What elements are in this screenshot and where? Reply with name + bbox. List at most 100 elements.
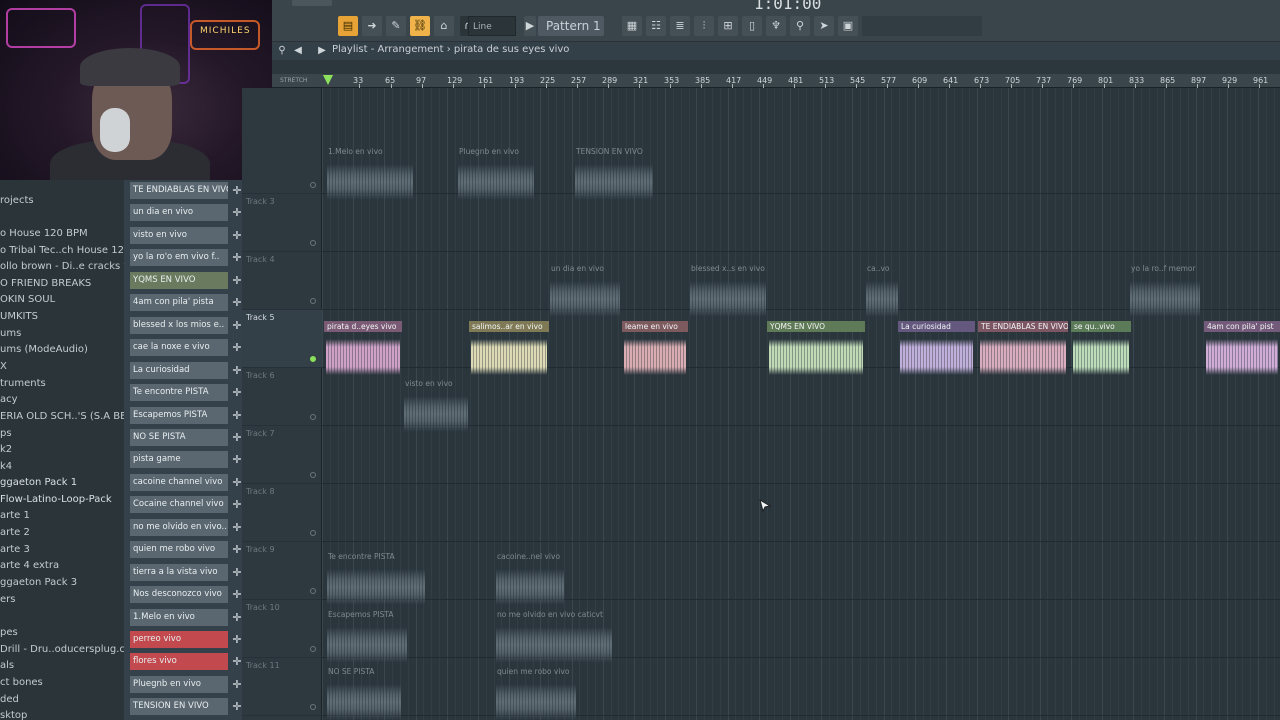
track-mute-led[interactable] <box>310 356 316 362</box>
audio-clip[interactable]: salimos..ar en vivo <box>469 321 549 379</box>
audio-clip[interactable]: 4am con pila' pist <box>1204 321 1280 379</box>
audio-clip[interactable]: no me olvido en vivo caticvt <box>494 609 614 667</box>
audio-clip[interactable]: YQMS EN VIVO <box>767 321 865 379</box>
browser-item[interactable]: arte 3 <box>0 544 30 555</box>
add-to-playlist-icon[interactable]: ✛ <box>232 653 242 670</box>
browser-item[interactable]: arte 4 extra <box>0 560 59 571</box>
picker-item[interactable]: NO SE PISTA <box>130 428 228 446</box>
track-mute-led[interactable] <box>310 588 316 594</box>
add-to-playlist-icon[interactable]: ✛ <box>232 407 242 424</box>
browser-item[interactable]: Flow-Latino-Loop-Pack <box>0 494 112 505</box>
forward-icon[interactable]: ➤ <box>814 16 834 36</box>
browser-item[interactable]: X <box>0 361 7 372</box>
piano-roll-icon[interactable]: ≣ <box>670 16 690 36</box>
picker-item[interactable]: Pluegnb en vivo <box>130 675 228 693</box>
add-to-playlist-icon[interactable]: ✛ <box>232 451 242 468</box>
browser-item[interactable]: OKIN SOUL <box>0 294 55 305</box>
add-to-playlist-icon[interactable]: ✛ <box>232 564 242 581</box>
arrow-right-icon[interactable]: ➜ <box>362 16 382 36</box>
picker-item[interactable]: Cocaine channel vivo <box>130 496 228 514</box>
add-to-playlist-icon[interactable]: ✛ <box>232 631 242 648</box>
play-icon[interactable]: ▶ <box>316 45 328 57</box>
timeline-ruler[interactable]: STRETCH 33 65 97 129 161 193 225 257 289 321 353 38… <box>272 74 1280 88</box>
track-header[interactable]: Track 10 <box>242 600 322 658</box>
track-header[interactable] <box>242 136 322 194</box>
add-to-playlist-icon[interactable]: ✛ <box>232 586 242 603</box>
add-to-playlist-icon[interactable]: ✛ <box>232 249 242 266</box>
picker-item[interactable]: no me olvido en vivo.. <box>130 518 228 536</box>
audio-clip[interactable]: visto en vivo <box>402 378 470 436</box>
picker-item[interactable]: TENSION EN VIVO <box>130 698 228 716</box>
search-icon[interactable]: ⚲ <box>790 16 810 36</box>
add-to-playlist-icon[interactable]: ✛ <box>232 698 242 715</box>
plugin-icon[interactable]: ♆ <box>766 16 786 36</box>
picker-item[interactable]: cacoine channel vivo <box>130 473 228 491</box>
track-mute-led[interactable] <box>310 182 316 188</box>
snap-mode-select[interactable]: Line <box>468 16 516 36</box>
picker-item[interactable]: YQMS EN VIVO <box>130 271 228 289</box>
browser-item[interactable]: acy <box>0 394 18 405</box>
add-to-playlist-icon[interactable]: ✛ <box>232 294 242 311</box>
browser-item[interactable]: k4 <box>0 461 12 472</box>
track-header[interactable]: Track 5 <box>242 310 322 368</box>
audio-clip[interactable]: La curiosidad <box>898 321 975 379</box>
cart-icon[interactable]: ▣ <box>838 16 858 36</box>
audio-clip[interactable]: ca..vo <box>864 263 900 321</box>
pattern-select[interactable]: Pattern 1 <box>538 16 604 36</box>
picker-item[interactable]: TE ENDIABLAS EN VIVO <box>130 182 228 199</box>
track-mute-led[interactable] <box>310 414 316 420</box>
browser-item[interactable]: rojects <box>0 195 34 206</box>
track-mute-led[interactable] <box>310 472 316 478</box>
track-mute-led[interactable] <box>310 240 316 246</box>
browser-item[interactable]: o House 120 BPM <box>0 228 88 239</box>
track-header[interactable]: Track 7 <box>242 426 322 484</box>
track-mute-led[interactable] <box>310 530 316 536</box>
add-to-playlist-icon[interactable]: ✛ <box>232 496 242 513</box>
picker-item[interactable]: La curiosidad <box>130 361 228 379</box>
audio-clip[interactable]: yo la ro..f memor <box>1128 263 1202 321</box>
mixer-icon[interactable]: ▦ <box>622 16 642 36</box>
add-to-playlist-icon[interactable]: ✛ <box>232 317 242 334</box>
audio-clip[interactable]: un dia en vivo <box>548 263 622 321</box>
track-header[interactable]: Track 6 <box>242 368 322 426</box>
browser-item[interactable]: ums <box>0 328 21 339</box>
browser-item[interactable]: arte 1 <box>0 510 30 521</box>
browser-item[interactable]: pes <box>0 627 18 638</box>
picker-item[interactable]: un dia en vivo <box>130 204 228 222</box>
track-header[interactable]: Track 3 <box>242 194 322 252</box>
channel-rack-icon[interactable]: ☷ <box>646 16 666 36</box>
picker-item[interactable]: Escapemos PISTA <box>130 406 228 424</box>
add-to-playlist-icon[interactable]: ✛ <box>232 204 242 221</box>
picker-item[interactable]: Te encontre PISTA <box>130 384 228 402</box>
add-to-playlist-icon[interactable]: ✛ <box>232 676 242 693</box>
sliders-icon[interactable]: ⫶ <box>694 16 714 36</box>
track-header[interactable]: Track 8 <box>242 484 322 542</box>
browser-item[interactable]: ers <box>0 594 15 605</box>
browser-item[interactable]: Drill - Dru..oducersplug.com] <box>0 644 145 655</box>
toolbar-tempo-chip[interactable] <box>292 0 332 6</box>
audio-clip[interactable]: Te encontre PISTA <box>325 551 427 609</box>
audio-clip[interactable]: cacoine..nel vivo <box>494 551 566 609</box>
track-header[interactable]: Track 11 <box>242 658 322 716</box>
audio-clip[interactable]: TE ENDIABLAS EN VIVO <box>978 321 1068 379</box>
file-icon[interactable]: ▯ <box>742 16 762 36</box>
browser-item[interactable]: ggaeton Pack 3 <box>0 577 77 588</box>
browser-item[interactable]: als <box>0 660 14 671</box>
picker-item[interactable]: pista game <box>130 451 228 469</box>
picker-item[interactable]: yo la ro'o em vivo f.. <box>130 249 228 267</box>
picker-item[interactable]: blessed x los mios e.. <box>130 316 228 334</box>
add-to-playlist-icon[interactable]: ✛ <box>232 384 242 401</box>
picker-item[interactable]: cae la noxe e vivo <box>130 339 228 357</box>
add-to-playlist-icon[interactable]: ✛ <box>232 272 242 289</box>
picker-item[interactable]: 4am con pila' pista <box>130 294 228 312</box>
browser-item[interactable]: truments <box>0 378 46 389</box>
add-to-playlist-icon[interactable]: ✛ <box>232 541 242 558</box>
grid-icon[interactable]: ⊞ <box>718 16 738 36</box>
audio-clip[interactable]: Pluegnb en vivo <box>456 146 536 204</box>
add-to-playlist-icon[interactable]: ✛ <box>232 182 242 199</box>
browser-item[interactable]: ggaeton Pack 1 <box>0 477 77 488</box>
link-icon[interactable]: ⛓ <box>410 16 430 36</box>
browser-item[interactable]: sktop <box>0 710 27 720</box>
browser-item[interactable]: ded <box>0 694 19 705</box>
pencil-icon[interactable]: ✎ <box>386 16 406 36</box>
